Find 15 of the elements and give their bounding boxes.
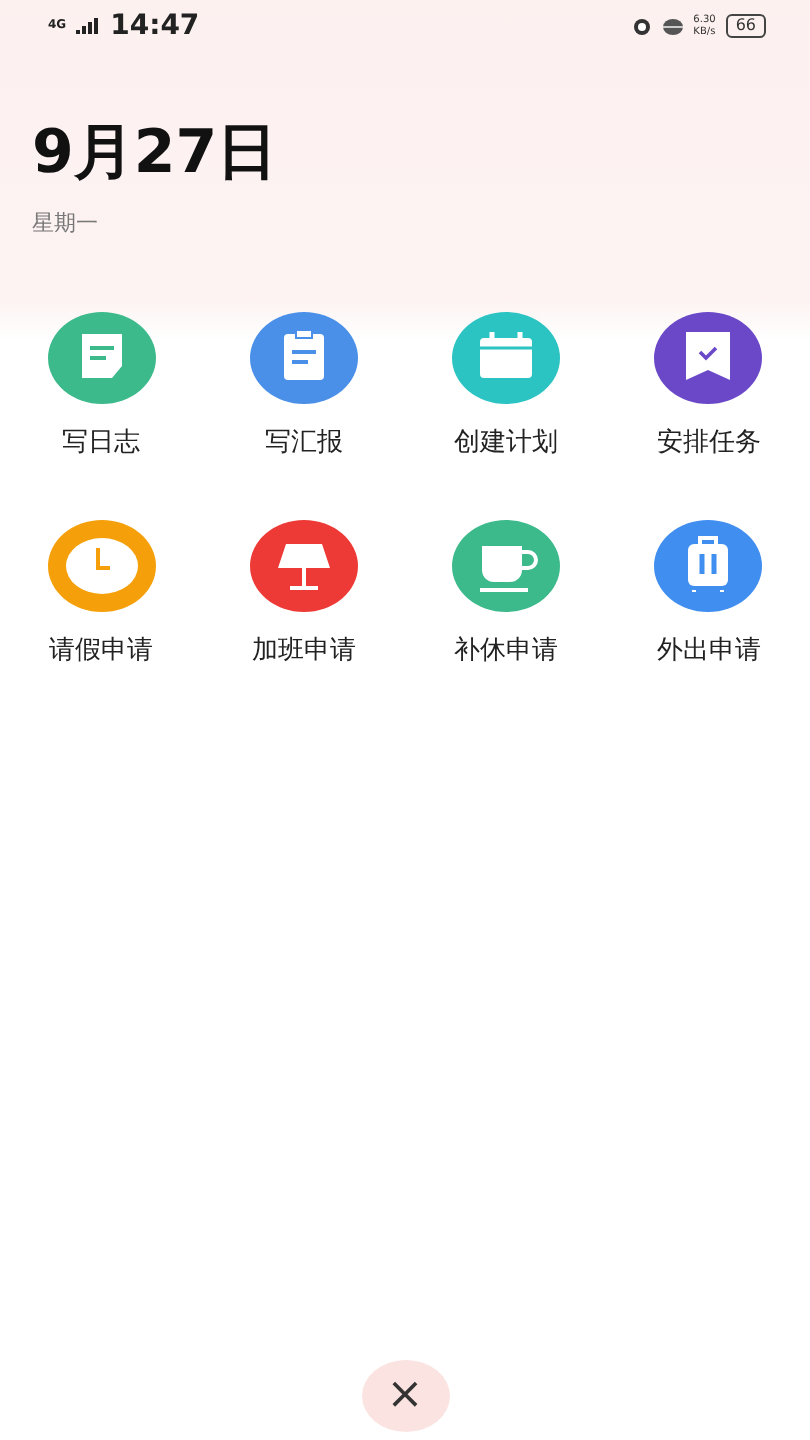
quick-action[interactable]: 请假申请 (47, 520, 156, 668)
status-time: 14:47 (110, 10, 200, 42)
close-button[interactable]: × (361, 1360, 449, 1432)
date-title: 9月27日 (32, 120, 278, 188)
quick-action[interactable]: 安排任务 (654, 312, 763, 460)
quick-action[interactable]: 写日志 (47, 312, 156, 460)
quick-action[interactable]: 创建计划 (452, 312, 561, 460)
quick-action[interactable]: 写汇报 (249, 312, 358, 460)
battery-level: 66 (725, 14, 766, 38)
quick-action[interactable]: 外出申请 (654, 520, 763, 668)
weekday-label: 星期一 (32, 208, 98, 238)
quick-action[interactable]: 补休申请 (452, 520, 561, 668)
quick-action[interactable]: 加班申请 (249, 520, 358, 668)
signal-icon (76, 18, 101, 34)
alarm-icon (631, 16, 652, 36)
